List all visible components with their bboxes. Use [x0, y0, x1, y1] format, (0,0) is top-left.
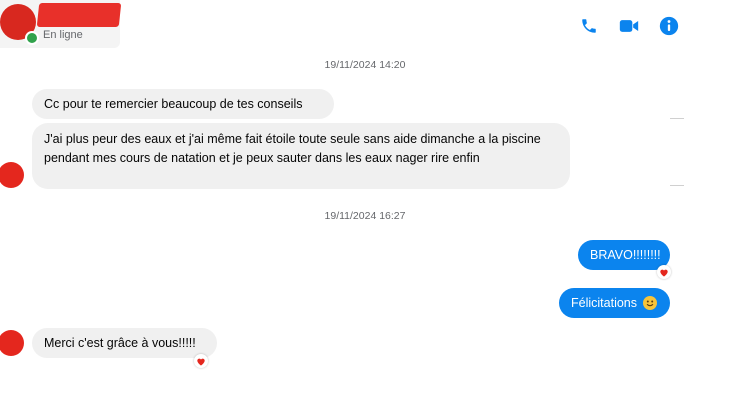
- incoming-message-text: Merci c'est grâce à vous!!!!!: [44, 335, 196, 350]
- scrollbar-tick: [670, 118, 684, 119]
- online-status-text: En ligne: [43, 29, 83, 41]
- contact-header[interactable]: En ligne: [0, 0, 122, 48]
- outgoing-message-text: Félicitations: [571, 295, 637, 310]
- online-status-dot: [25, 31, 39, 45]
- outgoing-message[interactable]: BRAVO!!!!!!!!: [578, 240, 670, 270]
- contact-name-redacted: [36, 3, 122, 27]
- incoming-message[interactable]: Merci c'est grâce à vous!!!!!: [32, 328, 217, 358]
- message-timestamp: 19/11/2024 14:20: [324, 59, 406, 71]
- contact-avatar-small[interactable]: [0, 162, 24, 188]
- scrollbar-tick: [670, 185, 684, 186]
- video-camera-icon[interactable]: [618, 15, 640, 37]
- phone-icon[interactable]: [578, 15, 600, 37]
- incoming-message[interactable]: J'ai plus peur des eaux et j'ai même fai…: [32, 123, 570, 189]
- heart-icon[interactable]: [657, 265, 671, 279]
- contact-avatar-small[interactable]: [0, 330, 24, 356]
- incoming-message-text: Cc pour te remercier beaucoup de tes con…: [44, 96, 303, 111]
- incoming-message-text: J'ai plus peur des eaux et j'ai même fai…: [44, 132, 541, 165]
- outgoing-message[interactable]: Félicitations: [559, 288, 670, 318]
- outgoing-message-text: BRAVO!!!!!!!!: [590, 247, 661, 262]
- message-timestamp: 19/11/2024 16:27: [324, 210, 406, 222]
- info-icon[interactable]: [658, 15, 680, 37]
- smile-emoji-icon: [643, 296, 657, 310]
- incoming-message[interactable]: Cc pour te remercier beaucoup de tes con…: [32, 89, 334, 119]
- heart-icon[interactable]: [194, 354, 208, 368]
